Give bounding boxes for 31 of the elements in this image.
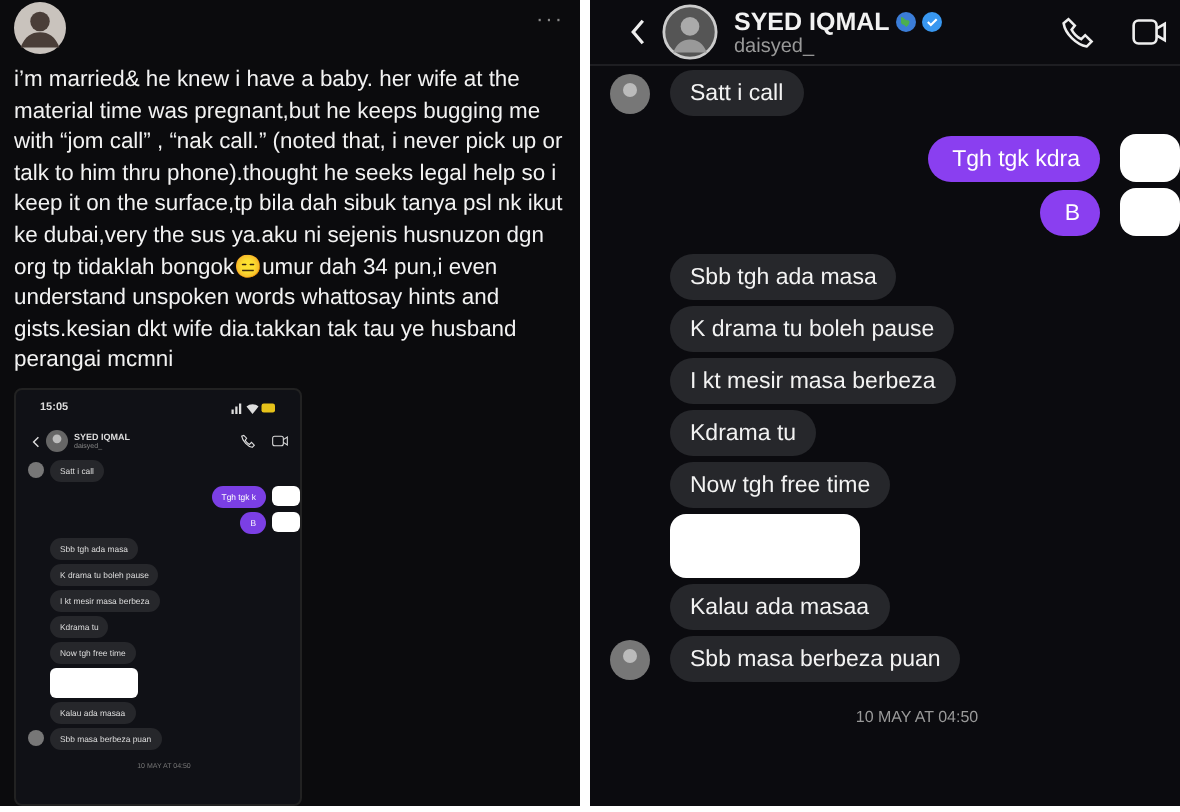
message-bubble: Sbb masa berbeza puan [670, 636, 961, 682]
message-bubble: K drama tu boleh pause [670, 306, 955, 352]
phone-icon[interactable] [240, 434, 256, 449]
globe-icon [895, 11, 916, 31]
avatar[interactable] [14, 2, 66, 54]
back-icon[interactable] [630, 18, 646, 46]
message-bubble: Sbb tgh ada masa [670, 254, 897, 300]
message-bubble: Satt i call [670, 70, 804, 116]
redaction [272, 486, 300, 507]
message-bubble: Kalau ada masaa [670, 584, 890, 630]
video-icon[interactable] [272, 434, 288, 449]
redaction [1120, 188, 1180, 236]
contact-name: SYED IQMAL [734, 7, 890, 35]
phone-icon[interactable] [1060, 16, 1096, 48]
message-bubble: Now tgh free time [670, 462, 891, 508]
avatar [46, 430, 68, 453]
video-icon[interactable] [1132, 16, 1168, 48]
more-menu[interactable]: ··· [536, 8, 564, 32]
back-icon[interactable] [32, 435, 40, 448]
avatar [662, 4, 718, 60]
message-bubble: Kdrama tu [670, 410, 817, 456]
message-bubble: B [1040, 189, 1100, 235]
verified-icon [921, 11, 942, 31]
redaction [272, 512, 300, 533]
contact-handle: daisyed_ [734, 35, 817, 57]
redaction [50, 667, 138, 698]
message-bubble: Tgh tgk kdra [928, 135, 1100, 181]
post-text: i’m married& he knew i have a baby. her wife at the material time was pregnant,but he keeps bugging me with “jom call” , “nak call.” (noted that, i never pick up or talk to him thru phone).thought he seeks legal help so i keep it on the surface,tp bila dah sibuk tanya psl nk ikut ke dubai,very the sus ya.aku ni sejenis husnuzon dgn org tp tidaklah bongok😑umur dah 34 pun,i even understand unspoken words whattosay hints and gists.kesian dkt wife dia.takkan tak tau ye husband perangai mcmni [14, 66, 565, 377]
message-timestamp: 10 MAY AT 04:50 [853, 708, 981, 726]
message-bubble: I kt mesir masa berbeza [670, 358, 956, 404]
redaction [1120, 134, 1180, 182]
